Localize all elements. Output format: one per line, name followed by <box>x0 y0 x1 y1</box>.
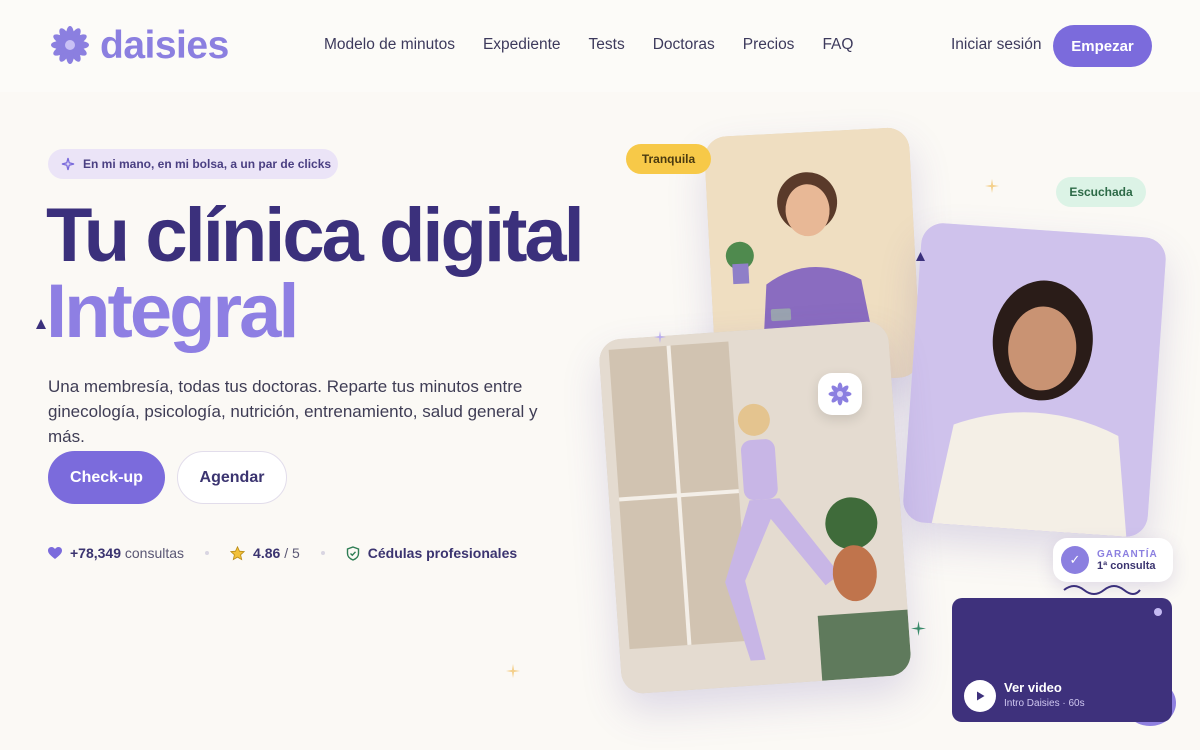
rating-value: 4.86 <box>253 545 281 561</box>
logo-text: daisies <box>100 23 229 67</box>
nav-link-expediente[interactable]: Expediente <box>483 36 561 54</box>
tag-tranquila: Tranquila <box>626 144 711 174</box>
heart-icon <box>48 546 62 559</box>
sparkle-icon <box>61 157 75 171</box>
nav-links: Modelo de minutos Expediente Tests Docto… <box>324 36 853 54</box>
shield-check-icon <box>346 545 359 561</box>
woman-portrait-illustration <box>901 221 1168 539</box>
consultas-label: consultas <box>124 545 185 561</box>
stat-cedulas: Cédulas profesionales <box>346 545 517 561</box>
live-dot-icon <box>1154 608 1162 616</box>
hero-title-highlight: Integral <box>46 269 299 354</box>
nav-link-modelo[interactable]: Modelo de minutos <box>324 36 455 54</box>
photo-woman-portrait <box>901 221 1168 539</box>
tagline-pill: En mi mano, en mi bolsa, a un par de cli… <box>48 149 338 179</box>
check-icon: ✓ <box>1061 546 1089 574</box>
guarantee-subtitle: 1ª consulta <box>1097 559 1156 572</box>
nav-link-faq[interactable]: FAQ <box>822 36 853 54</box>
video-subtitle: Intro Daisies · 60s <box>1004 698 1085 709</box>
hero-subtitle: Una membresía, todas tus doctoras. Repar… <box>48 377 538 446</box>
nav-link-doctoras[interactable]: Doctoras <box>653 36 715 54</box>
sparkle-deco-icon <box>985 179 999 193</box>
consultas-value: +78,349 <box>70 545 121 561</box>
sparkle-deco-icon <box>654 331 666 343</box>
photo-woman-yoga <box>597 320 913 695</box>
logo[interactable]: daisies <box>50 25 229 65</box>
checkup-button[interactable]: Check-up <box>48 451 165 504</box>
guarantee-card: ✓ GARANTÍA 1ª consulta <box>1053 538 1173 582</box>
play-icon[interactable] <box>964 680 996 712</box>
nav-link-precios[interactable]: Precios <box>743 36 795 54</box>
cedulas-label: Cédulas profesionales <box>367 545 518 561</box>
daisy-icon <box>828 382 852 406</box>
sparkle-deco-icon <box>911 621 926 636</box>
wave-deco-icon <box>1063 585 1141 595</box>
tagline-text: En mi mano, en mi bolsa, a un par de cli… <box>83 157 332 171</box>
rating-suffix: / 5 <box>284 545 300 561</box>
stat-rating: 4.86 / 5 <box>230 545 300 561</box>
stat-consultas: +78,349 consultas <box>48 545 184 561</box>
video-title: Ver video <box>1004 680 1062 695</box>
triangle-deco-icon <box>916 252 925 261</box>
login-link[interactable]: Iniciar sesión <box>951 36 1041 54</box>
star-icon <box>230 545 246 560</box>
triangle-deco-icon <box>36 319 46 329</box>
daisy-logo-icon <box>51 26 89 64</box>
guarantee-title: GARANTÍA <box>1097 548 1158 560</box>
flower-badge <box>818 373 862 415</box>
start-button[interactable]: Empezar <box>1053 25 1152 67</box>
nav-link-tests[interactable]: Tests <box>589 36 625 54</box>
stats-row: +78,349 consultas 4.86 / 5 Cédulas profe… <box>48 545 517 561</box>
tag-escuchada: Escuchada <box>1056 177 1146 207</box>
separator-dot <box>320 551 325 555</box>
hero-title: Tu clínica digital <box>46 193 585 278</box>
woman-yoga-illustration <box>597 320 913 695</box>
agendar-button[interactable]: Agendar <box>177 451 287 504</box>
top-navbar: daisies Modelo de minutos Expediente Tes… <box>0 0 1200 92</box>
video-card[interactable]: Ver video Intro Daisies · 60s <box>952 598 1172 722</box>
separator-dot <box>205 551 210 555</box>
sparkle-deco-icon <box>506 664 520 678</box>
